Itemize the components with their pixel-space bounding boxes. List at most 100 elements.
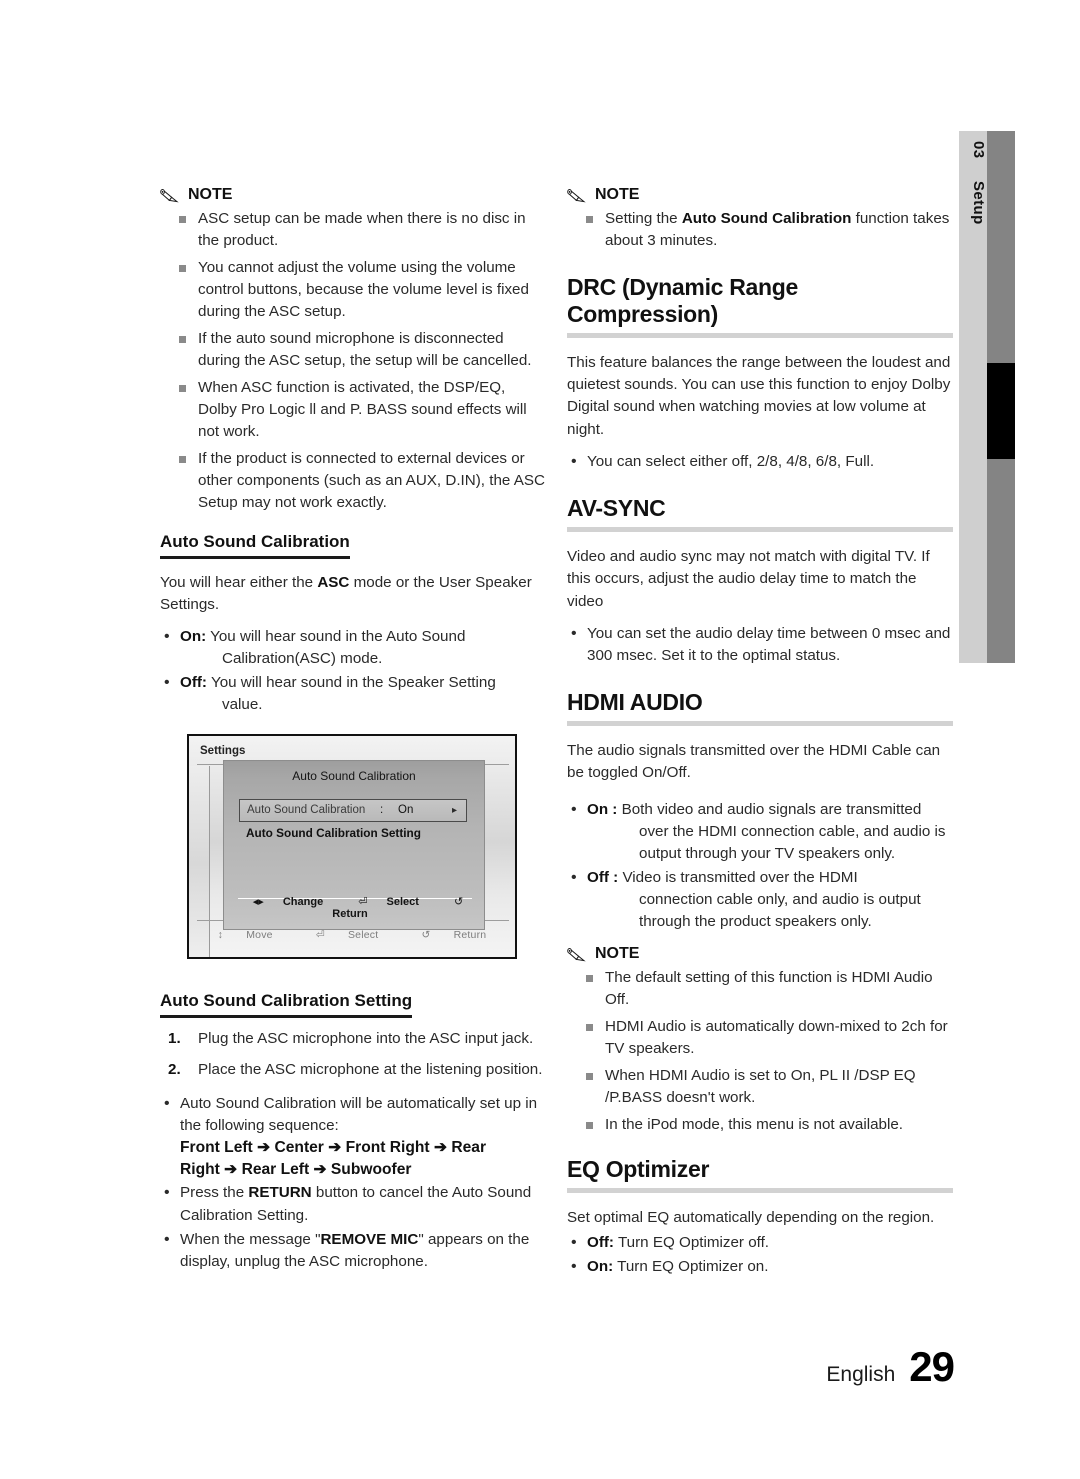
enter-key-icon: ⏎: [358, 896, 368, 909]
pencil-icon: [567, 189, 586, 203]
auto-sound-calibration-intro: You will hear either the ASC mode or the…: [160, 572, 546, 616]
osd-bg-hint-label: Select: [347, 929, 379, 942]
pencil-icon: [567, 947, 586, 962]
note-item: In the iPod mode, this menu is not avail…: [584, 1114, 953, 1136]
drc-heading: DRC (Dynamic Range Compression): [567, 274, 799, 327]
left-column: NOTE ASC setup can be made when there is…: [160, 186, 546, 1283]
hdmi-audio-heading: HDMI AUDIO: [567, 688, 703, 715]
option-text: Both video and audio signals are transmi…: [621, 800, 922, 818]
hdmi-audio-body: The audio signals transmitted over the H…: [567, 742, 941, 782]
return-arrow-icon: ↺: [454, 896, 464, 909]
drc-body: This feature balances the range between …: [567, 353, 951, 438]
section-auto-sound-calibration-setting: Auto Sound Calibration Setting Plug the …: [160, 991, 546, 1272]
note-list: ASC setup can be made when there is no d…: [160, 208, 546, 514]
note-list: Setting the Auto Sound Calibration funct…: [567, 208, 953, 252]
chapter-tab: 03 Setup: [959, 131, 1015, 663]
note-title: NOTE: [160, 186, 546, 204]
option-label: Off:: [180, 674, 207, 692]
drc-bullet: You can select either off, 2/8, 4/8, 6/8…: [571, 450, 953, 473]
option-label: Off:: [587, 1233, 614, 1251]
return-arrow-icon: ↺: [421, 929, 431, 942]
asc-setting-step: Plug the ASC microphone into the ASC inp…: [168, 1028, 534, 1050]
av-sync-heading: AV-SYNC: [567, 494, 666, 521]
option-label: Off :: [587, 868, 619, 886]
chapter-number: 03: [970, 141, 987, 159]
left-right-arrow-icon: ◂▸: [252, 896, 264, 909]
osd-screenshot: Settings ↕ Move ⏎ Select ↺ Return Auto S…: [187, 734, 517, 960]
section-eq-optimizer: EQ Optimizer Set optimal EQ automaticall…: [567, 1156, 953, 1278]
section-auto-sound-calibration: Auto Sound Calibration You will hear eit…: [160, 532, 546, 716]
osd-row-auto-sound-calibration-setting[interactable]: Auto Sound Calibration Setting: [246, 826, 421, 840]
note-item: HDMI Audio is automatically down-mixed t…: [584, 1016, 953, 1060]
osd-hint-label: Return: [332, 908, 368, 921]
osd-hint-select: ⏎ Select: [350, 896, 430, 908]
asc-sequence-line-1: Front Left ➔ Center ➔ Front Right ➔ Rear: [180, 1138, 487, 1156]
osd-hint-change: ◂▸ Change: [245, 896, 335, 908]
chapter-tab-text: 03 Setup: [959, 131, 987, 663]
note-item: If the auto sound microphone is disconne…: [177, 328, 546, 372]
intro-bold: ASC: [317, 573, 350, 591]
note-block-asc: NOTE ASC setup can be made when there is…: [160, 186, 546, 514]
asc-setting-bullets: Auto Sound Calibration will be automatic…: [160, 1092, 546, 1273]
osd-row-colon: :: [380, 804, 384, 817]
option-label: On :: [587, 800, 618, 818]
bullet-pre: Press the: [180, 1184, 249, 1202]
hdmi-option-on: On : Both video and audio signals are tr…: [571, 798, 953, 865]
bullet-bold: RETURN: [248, 1184, 312, 1202]
av-sync-heading-rule: [567, 527, 953, 533]
note-title: NOTE: [567, 945, 953, 963]
footer-page-number: 29: [909, 1343, 955, 1390]
note-item: When HDMI Audio is set to On, PL II /DSP…: [584, 1065, 953, 1109]
av-sync-bullet: You can set the audio delay time between…: [571, 622, 953, 667]
note-block-asc-duration: NOTE Setting the Auto Sound Calibration …: [567, 186, 953, 252]
osd-row-value: On: [398, 804, 414, 817]
chapter-tab-marker: [987, 363, 1015, 459]
asc-sequence-line-2: Right ➔ Rear Left ➔ Subwoofer: [180, 1160, 412, 1178]
note-item: If the product is connected to external …: [177, 448, 546, 514]
note-label: NOTE: [595, 186, 640, 203]
option-text: Turn EQ Optimizer on.: [617, 1257, 769, 1275]
note-label: NOTE: [595, 944, 640, 962]
eq-optimizer-heading-rule: [567, 1188, 953, 1194]
right-column: NOTE Setting the Auto Sound Calibration …: [567, 186, 953, 1288]
option-cont: over the HDMI connection cable, and audi…: [639, 822, 946, 862]
intro-before: You will hear either the: [160, 573, 318, 591]
note-item: When ASC function is activated, the DSP/…: [177, 377, 546, 443]
osd-row-auto-sound-calibration[interactable]: Auto Sound Calibration : On ▸: [239, 799, 467, 823]
osd-dialog-title: Auto Sound Calibration: [292, 769, 416, 784]
chapter-tab-light-band: 03 Setup: [959, 131, 987, 663]
osd-background-hints: ↕ Move ⏎ Select ↺ Return: [189, 929, 515, 941]
auto-sound-calibration-setting-heading: Auto Sound Calibration Setting: [160, 991, 413, 1018]
osd-dialog-hints: ◂▸ Change ⏎ Select ↺ Return: [224, 895, 484, 920]
osd-hint-label: Change: [282, 896, 324, 909]
asc-setting-bullet-remove-mic: When the message "REMOVE MIC" appears on…: [164, 1228, 546, 1273]
option-label: On:: [587, 1257, 614, 1275]
osd-row-label: Auto Sound Calibration: [247, 804, 366, 817]
bullet-pre: When the message ": [180, 1230, 321, 1248]
av-sync-bullets: You can set the audio delay time between…: [567, 622, 953, 667]
section-drc: DRC (Dynamic Range Compression) This fea…: [567, 274, 953, 473]
up-down-arrow-icon: ↕: [217, 929, 224, 942]
eq-optimizer-body: Set optimal EQ automatically depending o…: [567, 1209, 935, 1227]
auto-sound-calibration-options: On: You will hear sound in the Auto Soun…: [160, 625, 546, 716]
pencil-icon: [160, 189, 179, 203]
osd-bg-hint-label: Move: [246, 929, 273, 942]
chapter-tab-dark-band: [987, 131, 1015, 663]
note-item: You cannot adjust the volume using the v…: [177, 257, 546, 323]
drc-bullets: You can select either off, 2/8, 4/8, 6/8…: [567, 450, 953, 473]
option-text: Turn EQ Optimizer off.: [617, 1233, 770, 1251]
note-item: The default setting of this function is …: [584, 967, 953, 1011]
option-text: Video is transmitted over the HDMI: [622, 868, 858, 886]
chevron-right-icon[interactable]: ▸: [452, 805, 457, 816]
note-item-pre: Setting the: [605, 210, 682, 227]
hdmi-option-off: Off : Video is transmitted over the HDMI…: [571, 866, 953, 933]
bullet-bold: REMOVE MIC: [320, 1230, 419, 1248]
asc-setting-bullet-sequence: Auto Sound Calibration will be automatic…: [164, 1092, 546, 1181]
note-title: NOTE: [567, 186, 953, 204]
option-cont: connection cable only, and audio is outp…: [639, 890, 921, 930]
option-text: You will hear sound in the Speaker Setti…: [210, 674, 496, 692]
osd-bg-hint-label: Return: [453, 929, 487, 942]
osd-bg-hint-return: ↺ Return: [411, 929, 496, 941]
option-cont: Calibration(ASC) mode.: [222, 650, 383, 668]
note-label: NOTE: [188, 186, 233, 203]
